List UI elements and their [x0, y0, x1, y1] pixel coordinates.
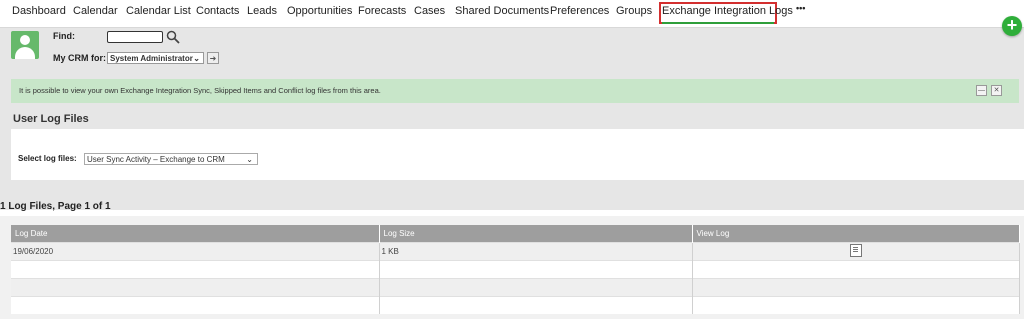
section-title: User Log Files: [13, 113, 89, 125]
info-banner: It is possible to view your own Exchange…: [11, 79, 1019, 103]
tab-leads[interactable]: Leads: [247, 5, 277, 17]
column-header-log-size[interactable]: Log Size: [379, 225, 693, 243]
tab-calendar-list[interactable]: Calendar List: [126, 5, 191, 17]
active-tab-underline: [662, 22, 774, 24]
tab-forecasts[interactable]: Forecasts: [358, 5, 406, 17]
tab-groups[interactable]: Groups: [616, 5, 652, 17]
chevron-down-icon: ⌄: [193, 54, 200, 63]
log-files-panel: Select log files: User Sync Activity – E…: [11, 129, 1024, 180]
tab-exchange-integration-logs[interactable]: Exchange Integration Logs: [662, 5, 793, 17]
close-icon[interactable]: ✕: [991, 85, 1002, 96]
tab-preferences[interactable]: Preferences: [550, 5, 609, 17]
log-date-cell: 19/06/2020: [11, 242, 380, 261]
column-header-log-date[interactable]: Log Date: [11, 225, 380, 243]
table-row-empty: [11, 278, 1020, 297]
table-row-empty: [11, 260, 1020, 279]
tab-opportunities[interactable]: Opportunities: [287, 5, 352, 17]
tab-cases[interactable]: Cases: [414, 5, 445, 17]
select-log-files-label: Select log files:: [18, 154, 77, 163]
column-header-view-log[interactable]: View Log: [692, 225, 1020, 243]
table-row-empty: [11, 296, 1020, 314]
find-input[interactable]: [107, 31, 163, 43]
log-files-select[interactable]: User Sync Activity – Exchange to CRM ⌄: [84, 153, 258, 165]
arrow-right-icon[interactable]: ➜: [207, 52, 219, 64]
tab-contacts[interactable]: Contacts: [196, 5, 239, 17]
my-crm-for-value: System Administrator: [110, 54, 193, 63]
my-crm-for-label: My CRM for:: [53, 53, 106, 63]
tab-shared-documents[interactable]: Shared Documents: [455, 5, 549, 17]
minimize-icon[interactable]: —: [976, 85, 987, 96]
search-icon[interactable]: [166, 30, 180, 44]
table-row: 19/06/2020 1 KB: [11, 242, 1020, 261]
find-label: Find:: [53, 31, 75, 41]
view-log-cell: [692, 242, 1020, 261]
log-size-cell: 1 KB: [379, 242, 693, 261]
chevron-down-icon: ⌄: [246, 155, 253, 164]
user-icon: [11, 31, 39, 59]
log-files-select-value: User Sync Activity – Exchange to CRM: [87, 155, 225, 164]
page-info: 1 Log Files, Page 1 of 1: [0, 201, 111, 212]
tab-dashboard[interactable]: Dashboard: [12, 5, 66, 17]
view-log-icon[interactable]: [849, 244, 862, 257]
my-crm-for-select[interactable]: System Administrator ⌄: [107, 52, 204, 64]
top-navigation: Dashboard Calendar Calendar List Contact…: [0, 0, 1024, 28]
more-tabs-icon[interactable]: •••: [796, 3, 805, 13]
add-button[interactable]: +: [1002, 16, 1022, 36]
log-table: Log Date Log Size View Log 19/06/2020 1 …: [11, 225, 1020, 314]
table-header-row: Log Date Log Size View Log: [11, 225, 1020, 243]
info-banner-text: It is possible to view your own Exchange…: [19, 86, 381, 95]
tab-calendar[interactable]: Calendar: [73, 5, 118, 17]
